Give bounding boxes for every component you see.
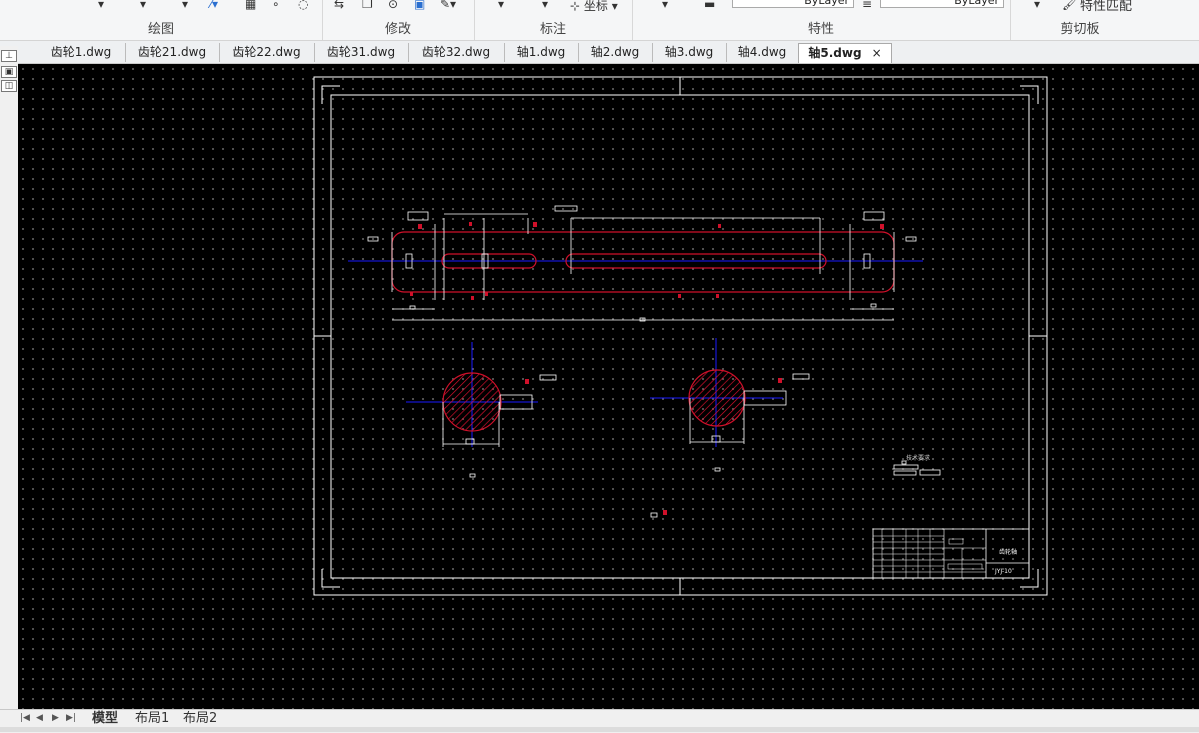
layout-tab-2[interactable]: 布局2: [183, 710, 217, 728]
coord-icon[interactable]: ⊹ 坐标 ▾: [570, 0, 618, 14]
lineweight-select[interactable]: ByLayer: [880, 0, 1004, 8]
section-hatch-left: [442, 372, 502, 432]
dropdown-arrow-icon[interactable]: ▾: [662, 0, 668, 11]
draw-group: ▾ ▾ ▾ ⁄▾ ▦ ∘ ◌ 绘图: [0, 0, 323, 40]
file-tab-active[interactable]: 轴5.dwg ×: [798, 43, 892, 63]
cube-icon[interactable]: ◫: [1, 80, 17, 92]
coord-label: 坐标: [583, 0, 608, 13]
nav-first-icon[interactable]: |◀: [20, 713, 30, 723]
dropdown-arrow-icon[interactable]: ▾: [98, 0, 104, 11]
dropdown-arrow-icon[interactable]: ▾: [498, 0, 504, 11]
file-tab[interactable]: 齿轮21.dwg: [125, 43, 220, 62]
rotate-icon[interactable]: ⊙: [388, 0, 398, 11]
section-view-right: [650, 338, 810, 472]
circle-icon[interactable]: ∘: [272, 0, 280, 11]
array-icon[interactable]: ▣: [414, 0, 425, 11]
active-tab-label: 轴5.dwg: [808, 46, 862, 60]
file-tab[interactable]: 齿轮32.dwg: [408, 43, 505, 62]
edit-icon[interactable]: ✎▾: [440, 0, 456, 11]
roughness-mark: [650, 512, 658, 518]
copy-icon[interactable]: ❐: [362, 0, 373, 11]
group-label-modify: 修改: [384, 22, 411, 37]
shaft-outline: [391, 231, 895, 293]
sheet-inner-frame: [330, 94, 1030, 579]
sheet-outer-frame: [313, 76, 1048, 596]
file-tab[interactable]: 轴1.dwg: [504, 43, 579, 62]
nav-prev-icon[interactable]: ◀: [36, 713, 43, 723]
group-label-properties: 特性: [807, 22, 834, 37]
file-tab[interactable]: 齿轮31.dwg: [314, 43, 409, 62]
section-view-left: [406, 342, 557, 478]
layout-tab-1[interactable]: 布局1: [135, 710, 169, 728]
dropdown-arrow-icon[interactable]: ▾: [542, 0, 548, 11]
group-label-clipboard: 剪切板: [1060, 22, 1100, 37]
horizontal-scrollbar[interactable]: [0, 727, 1199, 732]
dropdown-arrow-icon[interactable]: ▾: [1034, 0, 1040, 11]
file-tab[interactable]: 轴3.dwg: [652, 43, 727, 62]
ucs-icon[interactable]: ⊥: [1, 50, 17, 62]
layer-icon[interactable]: ▬: [704, 0, 715, 11]
title-block: 齿轮轴 JYJ-10: [872, 528, 1030, 579]
view-icon[interactable]: ▣: [1, 66, 17, 78]
drawing-svg: 技术要求 齿轮轴 JYJ-10: [313, 76, 1048, 596]
group-label-annotation: 标注: [539, 22, 566, 37]
lineweight-icon: ≡: [862, 0, 873, 11]
tech-req-notes: [893, 460, 941, 476]
close-icon[interactable]: ×: [872, 46, 882, 60]
file-tab[interactable]: 轴4.dwg: [726, 43, 799, 62]
section-hatch-right: [688, 369, 746, 427]
nav-last-icon[interactable]: ▶|: [66, 713, 76, 723]
drawing-number: JYJ-10: [994, 568, 1012, 575]
line-icon[interactable]: ⁄▾: [210, 0, 218, 11]
file-tab-bar: 齿轮1.dwg 齿轮21.dwg 齿轮22.dwg 齿轮31.dwg 齿轮32.…: [0, 41, 1199, 64]
drawing-canvas[interactable]: 技术要求 齿轮轴 JYJ-10: [18, 64, 1199, 709]
linetype-select[interactable]: ByLayer: [732, 0, 854, 8]
modify-group: ⇆ ❐ ⊙ ▣ ✎▾ 修改: [322, 0, 475, 40]
properties-group: ▾ ▬ ByLayer ≡ ByLayer 特性: [632, 0, 1011, 40]
layout-tab-model[interactable]: 模型: [92, 710, 118, 728]
annotation-group: ▾ ▾ ⊹ 坐标 ▾ 标注: [474, 0, 633, 40]
title-block-name: 齿轮轴: [999, 548, 1017, 556]
ribbon: ▾ ▾ ▾ ⁄▾ ▦ ∘ ◌ 绘图 ⇆ ❐ ⊙ ▣ ✎▾ 修改 ▾ ▾ ⊹ 坐标…: [0, 0, 1199, 41]
group-label-draw: 绘图: [147, 22, 174, 37]
clipboard-group: ▾ 🖌 特性匹配 剪切板: [1010, 0, 1150, 40]
dropdown-arrow-icon[interactable]: ▾: [182, 0, 188, 11]
file-tab[interactable]: 轴2.dwg: [578, 43, 653, 62]
hatch-icon[interactable]: ▦: [245, 0, 256, 11]
file-tab[interactable]: 齿轮22.dwg: [219, 43, 315, 62]
region-icon[interactable]: ◌: [298, 0, 308, 11]
left-tool-strip: ⊥ ▣ ◫: [0, 46, 18, 710]
corner-marks: [314, 77, 1047, 595]
dropdown-arrow-icon[interactable]: ▾: [140, 0, 146, 11]
move-icon[interactable]: ⇆: [334, 0, 344, 11]
match-properties-icon[interactable]: 🖌: [1062, 0, 1077, 11]
file-tab[interactable]: 齿轮1.dwg: [37, 43, 126, 62]
match-properties-button[interactable]: 特性匹配: [1080, 0, 1132, 14]
nav-next-icon[interactable]: ▶: [52, 713, 59, 723]
shaft-main-view: [348, 205, 923, 322]
tech-req-title: 技术要求: [906, 454, 930, 462]
roughness-flag: [663, 510, 667, 515]
